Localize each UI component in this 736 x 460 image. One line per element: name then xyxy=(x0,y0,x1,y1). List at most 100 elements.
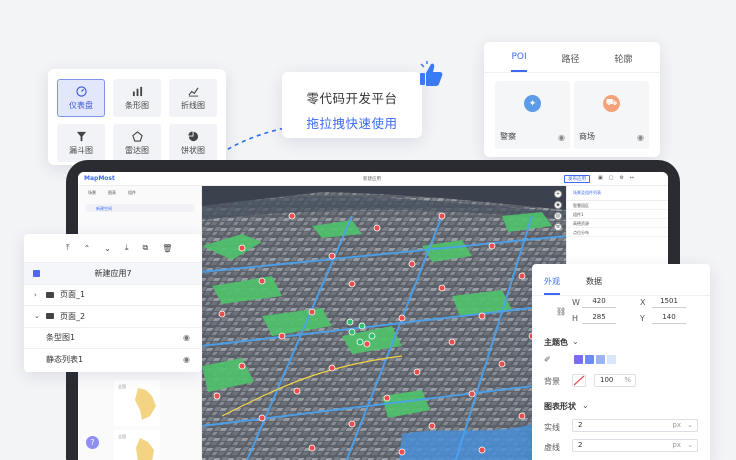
map-thumbnail[interactable]: 全国 xyxy=(114,430,160,460)
eye-icon[interactable]: ◉ xyxy=(183,333,190,342)
scene-row[interactable]: 高德资源 xyxy=(567,219,668,228)
copy-icon[interactable]: ⧉ xyxy=(143,243,149,253)
tab-data[interactable]: 数据 xyxy=(586,276,602,295)
background-color-picker[interactable] xyxy=(572,374,586,387)
chart-type-line-chart[interactable]: 折线图 xyxy=(169,79,217,117)
poi-pin[interactable] xyxy=(348,420,356,428)
new-space-chip[interactable]: 新建空间 xyxy=(86,204,194,212)
poi-pin[interactable] xyxy=(288,212,296,220)
background-opacity-input[interactable]: 100 % xyxy=(594,374,636,387)
poi-pin[interactable] xyxy=(308,308,316,316)
scene-row[interactable]: 智慧园区 xyxy=(567,201,668,210)
theme-swatch[interactable] xyxy=(574,355,583,364)
chart-type-pie-chart[interactable]: 饼状图 xyxy=(169,124,217,162)
width-input[interactable]: 420 xyxy=(582,297,616,308)
compass-icon[interactable]: ◈ xyxy=(554,201,562,209)
city-3d-map[interactable]: + ◈ ◎ ≡ xyxy=(202,186,566,460)
page-row[interactable]: › 页面_1 xyxy=(24,283,202,306)
chevron-down-icon[interactable]: ⌄ xyxy=(582,401,589,410)
tab-scene[interactable]: 场景 xyxy=(88,190,96,196)
move-top-icon[interactable]: ⤒ xyxy=(66,243,70,253)
help-icon[interactable]: ? xyxy=(86,436,99,449)
theme-swatch[interactable] xyxy=(585,355,594,364)
poi-pin[interactable] xyxy=(468,390,476,398)
poi-pin-green[interactable] xyxy=(356,338,364,346)
poi-pin[interactable] xyxy=(348,280,356,288)
poi-pin[interactable] xyxy=(398,448,406,456)
poi-pin[interactable] xyxy=(328,364,336,372)
poi-pin-green[interactable] xyxy=(346,318,354,326)
poi-card-mall[interactable]: ⛟ 商场 ◉ xyxy=(574,81,649,149)
visibility-icon[interactable]: ◉ xyxy=(558,133,565,142)
zoom-icon[interactable]: + xyxy=(554,190,562,198)
move-down-icon[interactable]: ⌄ xyxy=(104,244,111,253)
poi-pin[interactable] xyxy=(518,412,526,420)
eye-icon[interactable]: ◉ xyxy=(183,355,190,364)
tab-outline[interactable]: 轮廓 xyxy=(614,52,632,72)
poi-pin[interactable] xyxy=(278,332,286,340)
locate-icon[interactable]: ◎ xyxy=(554,212,562,220)
poi-pin[interactable] xyxy=(478,312,486,320)
layers-icon[interactable]: ≡ xyxy=(554,223,562,231)
poi-pin[interactable] xyxy=(293,387,301,395)
tab-route[interactable]: 路径 xyxy=(562,52,580,72)
poi-pin[interactable] xyxy=(363,340,371,348)
poi-pin[interactable] xyxy=(383,394,391,402)
visibility-icon[interactable]: ◉ xyxy=(637,133,644,142)
poi-pin-green[interactable] xyxy=(358,322,366,330)
tab-charts[interactable]: 图表 xyxy=(108,190,116,196)
poi-pin[interactable] xyxy=(258,277,266,285)
chart-type-funnel[interactable]: 漏斗图 xyxy=(57,124,105,162)
poi-pin[interactable] xyxy=(308,444,316,452)
layer-item[interactable]: 静态列表1 ◉ xyxy=(24,348,202,370)
tab-poi[interactable]: POI xyxy=(511,52,527,72)
poi-pin[interactable] xyxy=(413,368,421,376)
chevron-down-icon[interactable]: ⌄ xyxy=(687,421,693,429)
poi-pin[interactable] xyxy=(213,392,221,400)
poi-pin[interactable] xyxy=(398,314,406,322)
poi-pin[interactable] xyxy=(218,310,226,318)
chart-type-radar[interactable]: 雷达图 xyxy=(113,124,161,162)
theme-swatch[interactable] xyxy=(607,355,616,364)
move-up-icon[interactable]: ⌃ xyxy=(84,244,91,253)
poi-pin[interactable] xyxy=(238,244,246,252)
tab-appearance[interactable]: 外观 xyxy=(544,276,560,295)
poi-pin[interactable] xyxy=(328,252,336,260)
chevron-down-icon[interactable]: ⌄ xyxy=(572,337,579,346)
link-icon[interactable]: ⛓ xyxy=(556,307,566,316)
poi-pin[interactable] xyxy=(488,242,496,250)
dash-line-input[interactable]: 2 px ⌄ xyxy=(572,439,698,452)
scene-row[interactable]: 组件1 xyxy=(567,210,668,219)
poi-pin-green[interactable] xyxy=(348,328,356,336)
page-row[interactable]: ⌄ 页面_2 xyxy=(24,305,202,327)
poi-card-police[interactable]: ✦ 警察 ◉ xyxy=(495,81,570,149)
poi-pin[interactable] xyxy=(408,260,416,268)
height-input[interactable]: 285 xyxy=(582,313,616,324)
toolbar-icons[interactable]: ▣▢⚙↦ xyxy=(598,175,640,181)
poi-pin[interactable] xyxy=(518,272,526,280)
poi-pin-green[interactable] xyxy=(368,332,376,340)
poi-pin[interactable] xyxy=(438,284,446,292)
layer-item[interactable]: 条型图1 ◉ xyxy=(24,326,202,349)
poi-pin[interactable] xyxy=(448,338,456,346)
publish-button[interactable]: 发布应用 xyxy=(564,175,590,183)
chevron-down-icon[interactable]: ⌄ xyxy=(687,441,693,449)
app-row[interactable]: 新建应用7 xyxy=(24,262,202,284)
chart-type-bar-chart[interactable]: 条形图 xyxy=(113,79,161,117)
y-input[interactable]: 140 xyxy=(652,313,686,324)
move-bottom-icon[interactable]: ⤓ xyxy=(125,243,129,253)
chevron-down-icon[interactable]: ⌄ xyxy=(34,312,42,320)
chart-type-gauge[interactable]: 仪表盘 xyxy=(57,79,105,117)
x-input[interactable]: 1501 xyxy=(652,297,686,308)
scene-row[interactable]: 点位分布 xyxy=(567,228,668,237)
tab-components[interactable]: 组件 xyxy=(128,190,136,196)
poi-pin[interactable] xyxy=(238,362,246,370)
poi-pin[interactable] xyxy=(498,360,506,368)
chevron-right-icon[interactable]: › xyxy=(34,291,42,299)
poi-pin[interactable] xyxy=(438,212,446,220)
delete-icon[interactable]: 🗑 xyxy=(162,244,172,253)
poi-pin[interactable] xyxy=(428,422,436,430)
theme-swatch[interactable] xyxy=(596,355,605,364)
poi-pin[interactable] xyxy=(258,414,266,422)
checkbox-icon[interactable] xyxy=(33,269,40,277)
